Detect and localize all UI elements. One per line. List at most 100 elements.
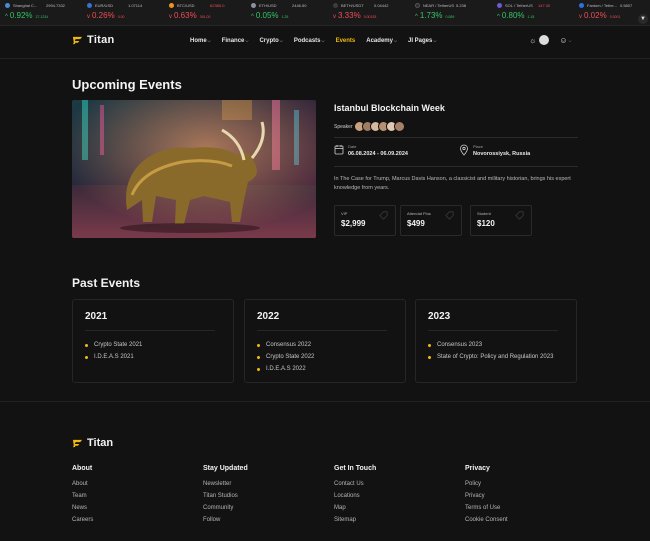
divider [334,166,578,167]
speaker-avatar[interactable] [393,121,405,132]
tradingview-icon[interactable]: ▼ [638,14,648,24]
chevron-down-icon: ⌵ [245,38,249,43]
ticker-item[interactable]: NEAR / TetherUS 5.238 ^ 1.73% 0.089 [410,0,492,25]
coin-icon [415,3,420,8]
ticker-name: ETH/USD [259,3,277,8]
ticker-name: BETH/USDT [341,3,364,8]
footer-brand: Titan [87,437,114,449]
footer-link[interactable]: Careers [72,517,93,529]
site-logo[interactable]: Titan [72,34,115,46]
arrow-down-icon: v [579,14,582,20]
chevron-down-icon[interactable]: ⌵ [569,38,572,43]
nav-item-finance[interactable]: Finance⌵ [222,38,249,44]
year-title: 2023 [428,311,451,322]
past-event-item[interactable]: Consensus 2022 [257,339,405,351]
nav-item-crypto[interactable]: Crypto⌵ [259,38,282,44]
coin-icon [333,3,338,8]
ticker-item[interactable]: BETH/USDT 0.04442 v 3.33% 0.00153 [328,0,410,25]
nav-item-events[interactable]: Events [336,38,356,44]
past-event-item[interactable]: Crypto State 2021 [85,339,233,351]
ticker-name: BTC/USD [177,3,195,8]
site-name: Titan [87,34,115,46]
sun-icon[interactable]: ☼ [529,36,536,45]
bullet-icon [428,355,431,359]
ticket-student[interactable]: Student $120 [470,205,532,236]
footer-column-title: Privacy [465,465,490,472]
divider [334,137,578,138]
past-event-item[interactable]: Crypto State 2022 [257,351,405,363]
arrow-up-icon: ^ [415,14,418,20]
footer-link[interactable]: Titan Studios [203,493,248,505]
footer-link[interactable]: Cookie Consent [465,517,508,529]
chevron-down-icon: ⌵ [207,38,211,43]
theme-toggle[interactable] [539,35,550,45]
footer-column-get-in-touch: Get In Touch Contact Us Locations Map Si… [334,465,376,529]
event-title[interactable]: Istanbul Blockchain Week [334,103,445,113]
ticker-name: Fantom / Tethe... [587,3,617,8]
coin-icon [497,3,502,8]
footer-column-stay-updated: Stay Updated Newsletter Titan Studios Co… [203,465,248,529]
event-image[interactable] [72,100,316,238]
footer-link[interactable]: Sitemap [334,517,376,529]
past-event-label: Crypto State 2021 [94,342,143,348]
nav-label: Crypto [259,38,279,44]
ticker-name: Shanghai C... [13,3,38,8]
footer-link[interactable]: Map [334,505,376,517]
footer-link[interactable]: Terms of Use [465,505,508,517]
main-navbar: Titan Home⌵ Finance⌵ Crypto⌵ Podcasts⌵ E… [0,26,650,59]
year-title: 2022 [257,311,280,322]
nav-item-ji-pages[interactable]: JI Pages⌵ [408,38,436,44]
arrow-down-icon: v [333,14,336,20]
footer-link[interactable]: Contact Us [334,481,376,493]
ticket-attendat-plus[interactable]: Attendat Plus $499 [400,205,462,236]
footer-link[interactable]: Privacy [465,493,508,505]
arrow-up-icon: ^ [497,14,500,20]
footer-column-title: Stay Updated [203,465,248,472]
ticker-change: 0.00153 [363,15,377,19]
map-pin-icon [460,144,468,156]
nav-item-home[interactable]: Home⌵ [190,38,211,44]
footer-link[interactable]: News [72,505,93,517]
past-events-card-2021: 2021 Crypto State 2021 I.D.E.A.S 2021 [72,299,234,383]
footer-column-title: About [72,465,93,472]
ticker-change: 0.00 [117,15,125,19]
user-icon[interactable]: ☺ [559,36,567,45]
nav-item-podcasts[interactable]: Podcasts⌵ [294,38,325,44]
footer-link[interactable]: Team [72,493,93,505]
nav-label: Academy [366,38,393,44]
footer-link[interactable]: Community [203,505,248,517]
event-date: Date 06.08.2024 - 06.09.2024 [334,144,408,157]
ticker-change: 27.1234 [35,15,49,19]
coin-icon [169,3,174,8]
past-event-item[interactable]: I.D.E.A.S 2021 [85,351,233,363]
past-event-item[interactable]: State of Crypto: Policy and Regulation 2… [428,351,576,363]
ticker-name: NEAR / TetherUS [423,3,454,8]
footer-link[interactable]: About [72,481,93,493]
footer-divider [0,401,650,402]
footer-column-privacy: Privacy Policy Privacy Terms of Use Cook… [465,465,508,529]
ticket-vip[interactable]: VIP $2,999 [334,205,396,236]
past-event-item[interactable]: Consensus 2023 [428,339,576,351]
ticker-change: 1.25 [281,15,289,19]
ticker-item[interactable]: SOL / TetherUS 147.30 ^ 0.80% 1.18 [492,0,574,25]
bullet-icon [428,343,431,347]
ticker-item[interactable]: EUR/USD 1.07114 v 0.26% 0.00 [82,0,164,25]
footer-logo[interactable]: Titan [72,437,113,449]
nav-label: JI Pages [408,38,433,44]
ticker-item[interactable]: ETH/USD 2446.50 ^ 0.05% 1.25 [246,0,328,25]
ticker-change: 391.00 [199,15,211,19]
footer-link[interactable]: Newsletter [203,481,248,493]
event-place: Place Novorossiysk, Russia [459,144,530,157]
bullet-icon [85,343,88,347]
past-event-item[interactable]: I.D.E.A.S 2022 [257,363,405,375]
ticker-item[interactable]: BTC/USD 62385.0 v 0.63% 391.00 [164,0,246,25]
past-event-label: Crypto State 2022 [266,354,315,360]
footer-link[interactable]: Locations [334,493,376,505]
footer-link[interactable]: Follow [203,517,248,529]
bullet-icon [257,355,260,359]
date-value: 06.08.2024 - 06.09.2024 [348,151,408,157]
nav-item-academy[interactable]: Academy⌵ [366,38,397,44]
ticker-change: 0.089 [445,15,455,19]
ticker-item[interactable]: Shanghai C... 2994.7332 ^ 0.92% 27.1234 [0,0,82,25]
footer-link[interactable]: Policy [465,481,508,493]
